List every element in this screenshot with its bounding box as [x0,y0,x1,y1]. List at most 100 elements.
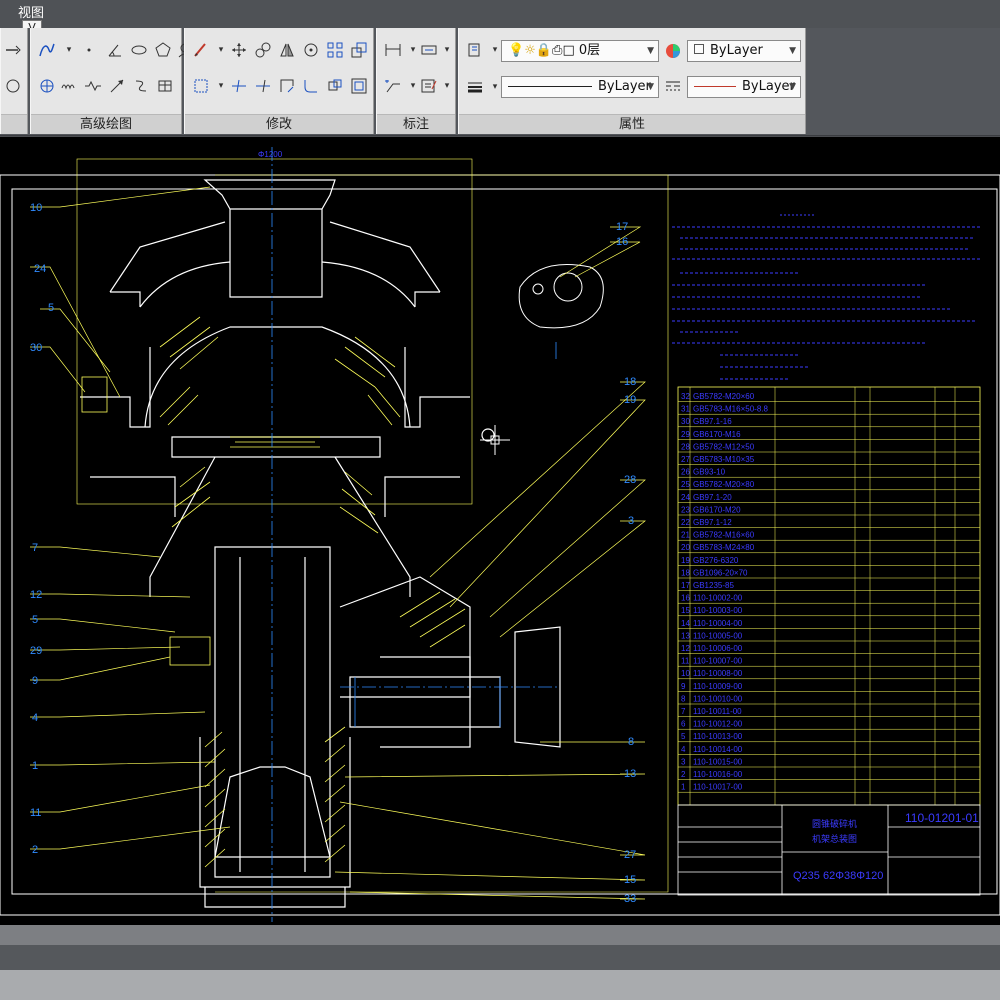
select-dropdown-icon[interactable]: ▾ [211,76,231,96]
point-icon[interactable] [79,40,99,60]
parts-row-code: 110-10010-00 [693,694,743,703]
top-dimension-text: Φ1200 [258,150,283,159]
boundary-icon[interactable] [37,76,57,96]
color-wheel-icon[interactable] [663,41,683,61]
parts-row-number: 32 [681,392,690,401]
callout-labels-left: 10 24 5 30 7 12 5 29 9 4 1 11 2 [30,202,54,856]
offset-icon[interactable] [349,76,369,96]
lineweight-icon[interactable] [465,77,485,97]
rotate-icon[interactable] [301,40,321,60]
parts-row-code: 110-10008-00 [693,669,743,678]
ellipse-icon[interactable] [129,40,149,60]
linetype-icon[interactable] [663,77,683,97]
leader-icon[interactable] [383,76,403,96]
parts-row-number: 23 [681,505,690,514]
material-note: Q235 62Φ38Φ120 [793,870,883,882]
layer-name: 0层 [578,43,601,58]
angle-icon[interactable] [105,40,125,60]
panel-modify-title: 修改 [185,114,373,134]
text-dropdown-icon[interactable]: ▾ [437,40,457,60]
parts-row-code: GB93-10 [693,468,726,477]
status-bar [0,970,1000,1000]
layer-select[interactable]: 💡☼🔒⎙□ 0层 ▼ [501,40,659,62]
parts-row-number: 8 [681,694,686,703]
layer-dropdown-icon: ▼ [647,46,654,56]
parts-row-number: 10 [681,669,690,678]
color-dropdown-icon: ▼ [789,46,796,56]
polygon-icon[interactable] [153,40,173,60]
copy-icon[interactable] [253,40,273,60]
color-select[interactable]: ByLayer ▼ [687,40,801,62]
detail-view [518,264,604,329]
command-line[interactable] [0,945,1000,970]
erase-dropdown-icon[interactable]: ▾ [211,40,231,60]
callout-16: 16 [616,236,628,248]
array-icon[interactable] [325,40,345,60]
center-lines [271,147,560,922]
move-icon[interactable] [229,40,249,60]
layer-on-icon: 💡 [508,43,525,58]
layer-freeze-icon: ☼ [524,43,536,58]
callout-33: 33 [624,893,636,905]
parts-row-code: 110-10007-00 [693,657,743,666]
view-tab[interactable]: 视图 [18,2,44,21]
arc-tool-icon[interactable] [3,40,23,60]
text-style-icon[interactable] [419,40,439,60]
parts-row-code: 110-10006-00 [693,644,743,653]
ray-icon[interactable] [107,76,127,96]
drawing-canvas[interactable]: Φ1200 10 24 5 30 7 12 5 29 9 4 1 11 2 17… [0,137,1000,925]
trim-icon[interactable] [229,76,249,96]
spline-dropdown-icon[interactable]: ▾ [59,40,79,60]
explode-icon[interactable] [325,76,345,96]
fillet-icon[interactable] [301,76,321,96]
parts-row-code: 110-10014-00 [693,745,743,754]
linetype-value: ByLayer [598,79,651,94]
lineweight-select[interactable]: ByLayer ▼ [687,76,801,98]
parts-list: 32 GB5782-M20×6031 GB5783-M16×50-8.830 GB97… [677,386,981,806]
parts-row-number: 29 [681,430,690,439]
parts-row-code: 110-10012-00 [693,720,743,729]
drawing-number: 110-01201-01 [905,811,979,825]
color-value: ByLayer [710,43,763,58]
callout-labels-right: 17 16 18 19 28 3 8 13 27 15 33 [616,221,636,905]
parts-row-code: GB97.1-20 [693,493,732,502]
parts-row-code: GB5782-M20×60 [693,392,755,401]
color-swatch-icon [694,44,704,54]
table-style-icon[interactable] [419,76,439,96]
layer-properties-icon[interactable] [465,40,485,60]
mirror-icon[interactable] [277,40,297,60]
parts-row-number: 14 [681,619,690,628]
callout-3: 3 [628,515,634,527]
linear-dimension-icon[interactable] [383,40,403,60]
polyline-icon[interactable] [37,40,57,60]
callout-28: 28 [624,474,636,486]
parts-row-code: GB5783-M10×35 [693,455,755,464]
panel-annotate-title: 标注 [377,114,455,134]
scale-icon[interactable] [349,40,369,60]
rectangle-select-icon[interactable] [191,76,211,96]
parts-row-number: 2 [681,770,686,779]
parts-row-number: 22 [681,518,690,527]
parts-row-number: 30 [681,417,690,426]
parts-row-code: 110-10003-00 [693,606,743,615]
parts-row-number: 15 [681,606,690,615]
panel-advanced-draw-title: 高级绘图 [31,114,181,134]
parts-row-number: 25 [681,480,690,489]
table-dropdown-icon[interactable]: ▾ [437,76,457,96]
parts-row-code: 110-10009-00 [693,682,743,691]
callout-24: 24 [34,263,46,275]
donut-tool-icon[interactable] [3,76,23,96]
linetype-select[interactable]: ByLayer ▼ [501,76,659,98]
extend-icon[interactable] [253,76,273,96]
callout-27: 27 [624,849,636,861]
cad-application-window: 视图 V ▾ 高级绘图 ▾ [0,0,1000,1000]
layer-print-icon: ⎙ [552,43,563,58]
parts-row-code: GB1235-85 [693,581,734,590]
revcloud-icon[interactable] [59,76,79,96]
helix-icon[interactable] [131,76,151,96]
stretch-icon[interactable] [277,76,297,96]
erase-icon[interactable] [191,40,211,60]
crusher-section-outline [80,179,561,908]
wipeout-icon[interactable] [83,76,103,96]
table-icon[interactable] [155,76,175,96]
